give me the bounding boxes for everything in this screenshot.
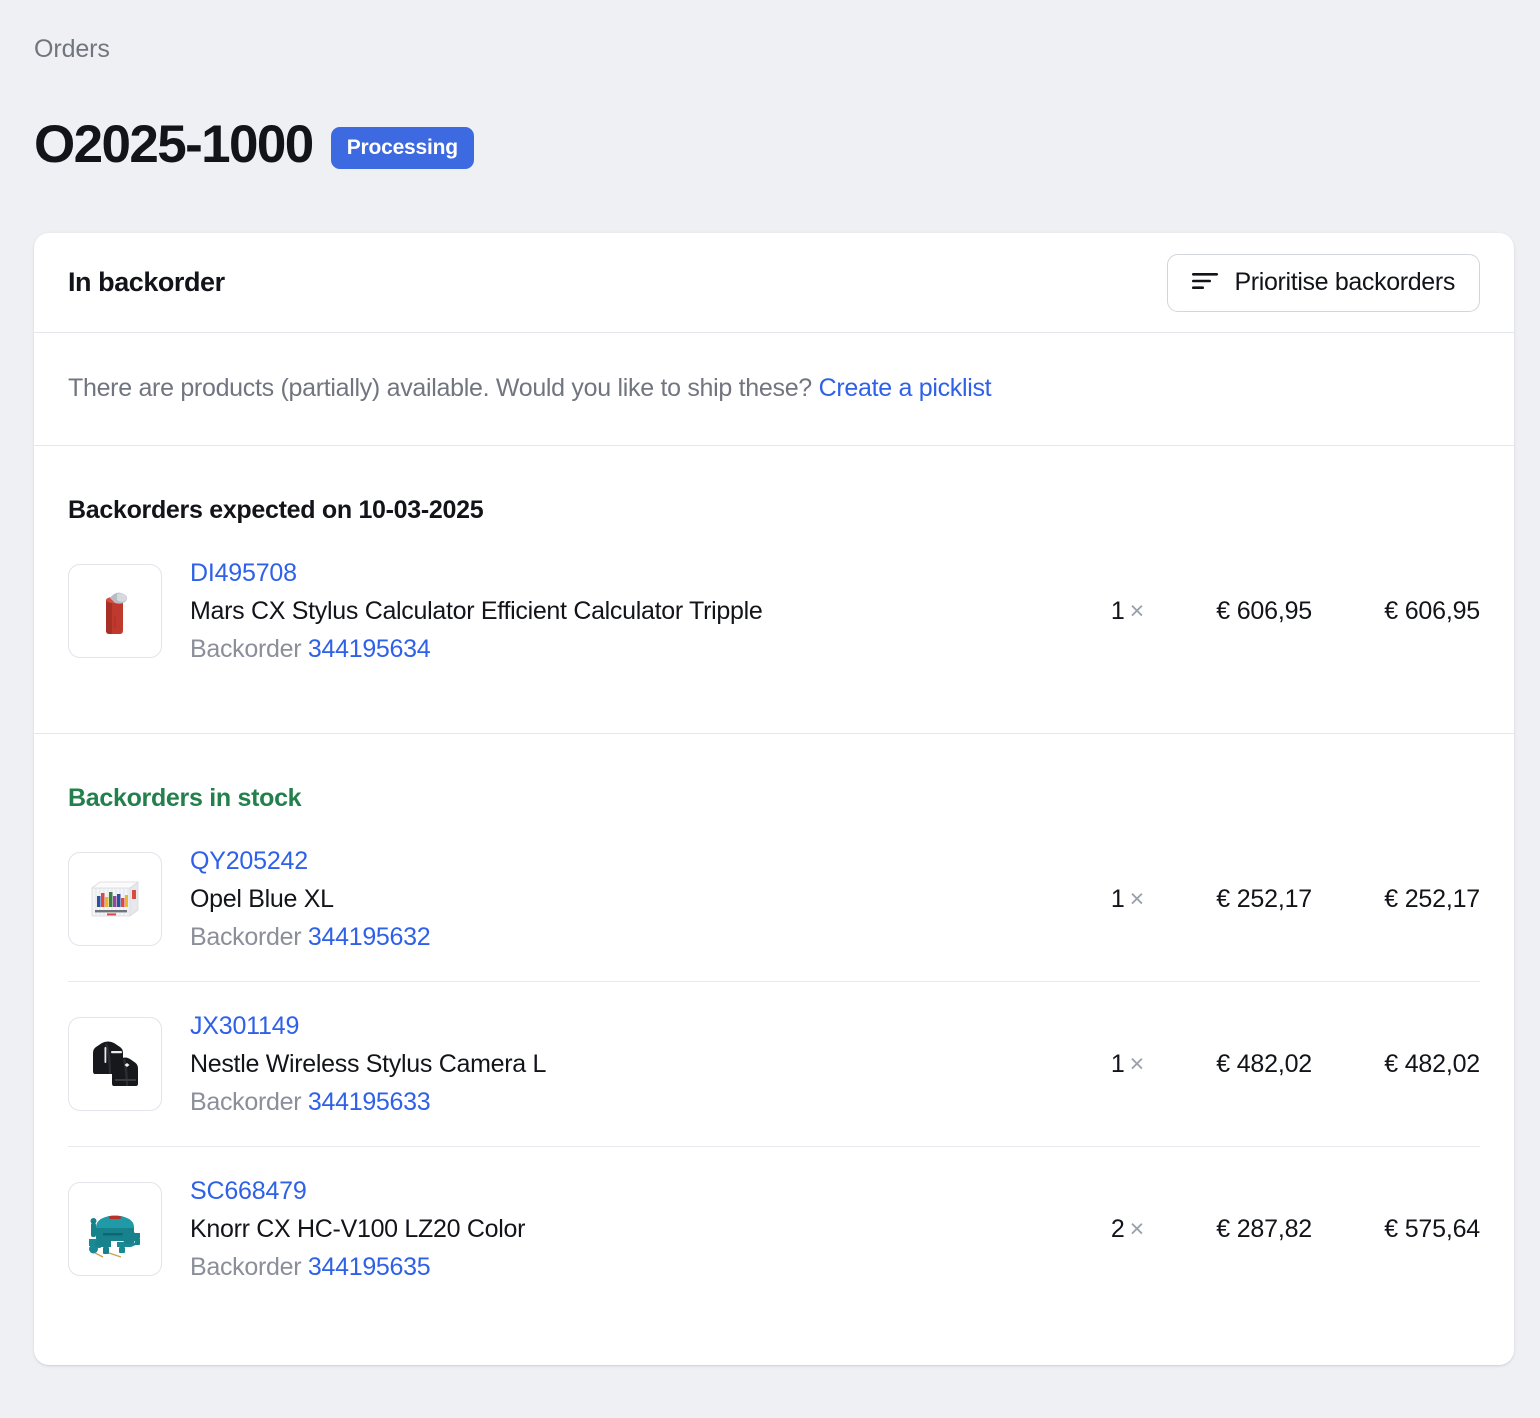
breadcrumb[interactable]: Orders [34, 32, 110, 66]
backorder-group-in-stock: Backorders in stock QY205242 Opel Blue X… [34, 734, 1514, 1365]
backorder-reference: Backorder 344195633 [190, 1084, 1048, 1120]
line-total-cell: € 252,17 [1384, 884, 1480, 913]
availability-notice: There are products (partially) available… [34, 333, 1514, 446]
quantity-value: 1 [1110, 1049, 1125, 1078]
product-sku-link[interactable]: DI495708 [190, 555, 1048, 591]
backorder-group-expected: Backorders expected on 10-03-2025 DI4957… [34, 446, 1514, 734]
product-thumbnail [68, 852, 162, 946]
backorder-id-link[interactable]: 344195633 [308, 1088, 431, 1116]
backorder-label: Backorder [190, 923, 302, 951]
unit-price-cell: € 482,02 [1216, 1049, 1312, 1078]
availability-notice-text: There are products (partially) available… [68, 374, 812, 402]
unit-price-cell: € 287,82 [1216, 1214, 1312, 1243]
table-row: QY205242 Opel Blue XL Backorder 34419563… [68, 817, 1480, 981]
product-name: Knorr CX HC-V100 LZ20 Color [190, 1215, 526, 1243]
product-thumbnail [68, 564, 162, 658]
product-info: QY205242 Opel Blue XL Backorder 34419563… [162, 843, 1048, 955]
product-name: Opel Blue XL [190, 885, 334, 913]
table-row: JX301149 Nestle Wireless Stylus Camera L… [68, 981, 1480, 1146]
table-row: DI495708 Mars CX Stylus Calculator Effic… [68, 529, 1480, 693]
status-badge: Processing [330, 127, 474, 169]
product-info: SC668479 Knorr CX HC-V100 LZ20 Color Bac… [162, 1173, 1048, 1285]
multiply-icon: × [1129, 596, 1145, 625]
line-total-cell: € 482,02 [1384, 1049, 1480, 1078]
create-picklist-link[interactable]: Create a picklist [819, 374, 992, 402]
line-total-cell: € 575,64 [1384, 1214, 1480, 1243]
line-item-list-in-stock: QY205242 Opel Blue XL Backorder 34419563… [68, 817, 1480, 1311]
backorder-id-link[interactable]: 344195632 [308, 923, 431, 951]
product-sku-link[interactable]: JX301149 [190, 1008, 1048, 1044]
unit-price-cell: € 252,17 [1216, 884, 1312, 913]
product-info: JX301149 Nestle Wireless Stylus Camera L… [162, 1008, 1048, 1120]
group-heading-in-stock: Backorders in stock [68, 784, 302, 812]
product-name: Mars CX Stylus Calculator Efficient Calc… [190, 597, 763, 625]
quantity-cell: 1 × [1048, 597, 1144, 626]
backorder-label: Backorder [190, 1088, 302, 1116]
product-thumbnail [68, 1182, 162, 1276]
backorder-reference: Backorder 344195635 [190, 1249, 1048, 1285]
prioritise-backorders-button[interactable]: Prioritise backorders [1167, 253, 1480, 312]
quantity-cell: 2 × [1048, 1215, 1144, 1244]
quantity-value: 1 [1110, 884, 1125, 913]
product-sku-link[interactable]: SC668479 [190, 1173, 1048, 1209]
line-item-list-expected: DI495708 Mars CX Stylus Calculator Effic… [68, 529, 1480, 693]
backorder-card: In backorder Prioritise backorders There… [34, 233, 1514, 1365]
product-info: DI495708 Mars CX Stylus Calculator Effic… [162, 555, 1048, 667]
order-title-row: O2025-1000 Processing [34, 114, 474, 176]
quantity-value: 2 [1110, 1214, 1125, 1243]
backorder-label: Backorder [190, 635, 302, 663]
page-title: O2025-1000 [34, 115, 314, 174]
order-detail-page: Orders O2025-1000 Processing In backorde… [0, 0, 1540, 1418]
product-thumbnail [68, 1017, 162, 1111]
group-heading-expected: Backorders expected on 10-03-2025 [68, 496, 484, 524]
card-header: In backorder Prioritise backorders [34, 233, 1514, 333]
backorder-id-link[interactable]: 344195634 [308, 635, 431, 663]
backorder-label: Backorder [190, 1253, 302, 1281]
line-total-cell: € 606,95 [1384, 596, 1480, 625]
quantity-value: 1 [1110, 596, 1125, 625]
product-name: Nestle Wireless Stylus Camera L [190, 1050, 547, 1078]
multiply-icon: × [1129, 884, 1145, 913]
multiply-icon: × [1129, 1214, 1145, 1243]
table-row: SC668479 Knorr CX HC-V100 LZ20 Color Bac… [68, 1146, 1480, 1311]
unit-price-cell: € 606,95 [1216, 596, 1312, 625]
backorder-reference: Backorder 344195634 [190, 631, 1048, 667]
product-sku-link[interactable]: QY205242 [190, 843, 1048, 879]
quantity-cell: 1 × [1048, 885, 1144, 914]
card-title: In backorder [68, 267, 225, 297]
prioritise-backorders-label: Prioritise backorders [1234, 268, 1455, 296]
backorder-reference: Backorder 344195632 [190, 919, 1048, 955]
quantity-cell: 1 × [1048, 1050, 1144, 1079]
sort-descending-icon [1192, 272, 1219, 293]
backorder-id-link[interactable]: 344195635 [308, 1253, 431, 1281]
multiply-icon: × [1129, 1049, 1145, 1078]
